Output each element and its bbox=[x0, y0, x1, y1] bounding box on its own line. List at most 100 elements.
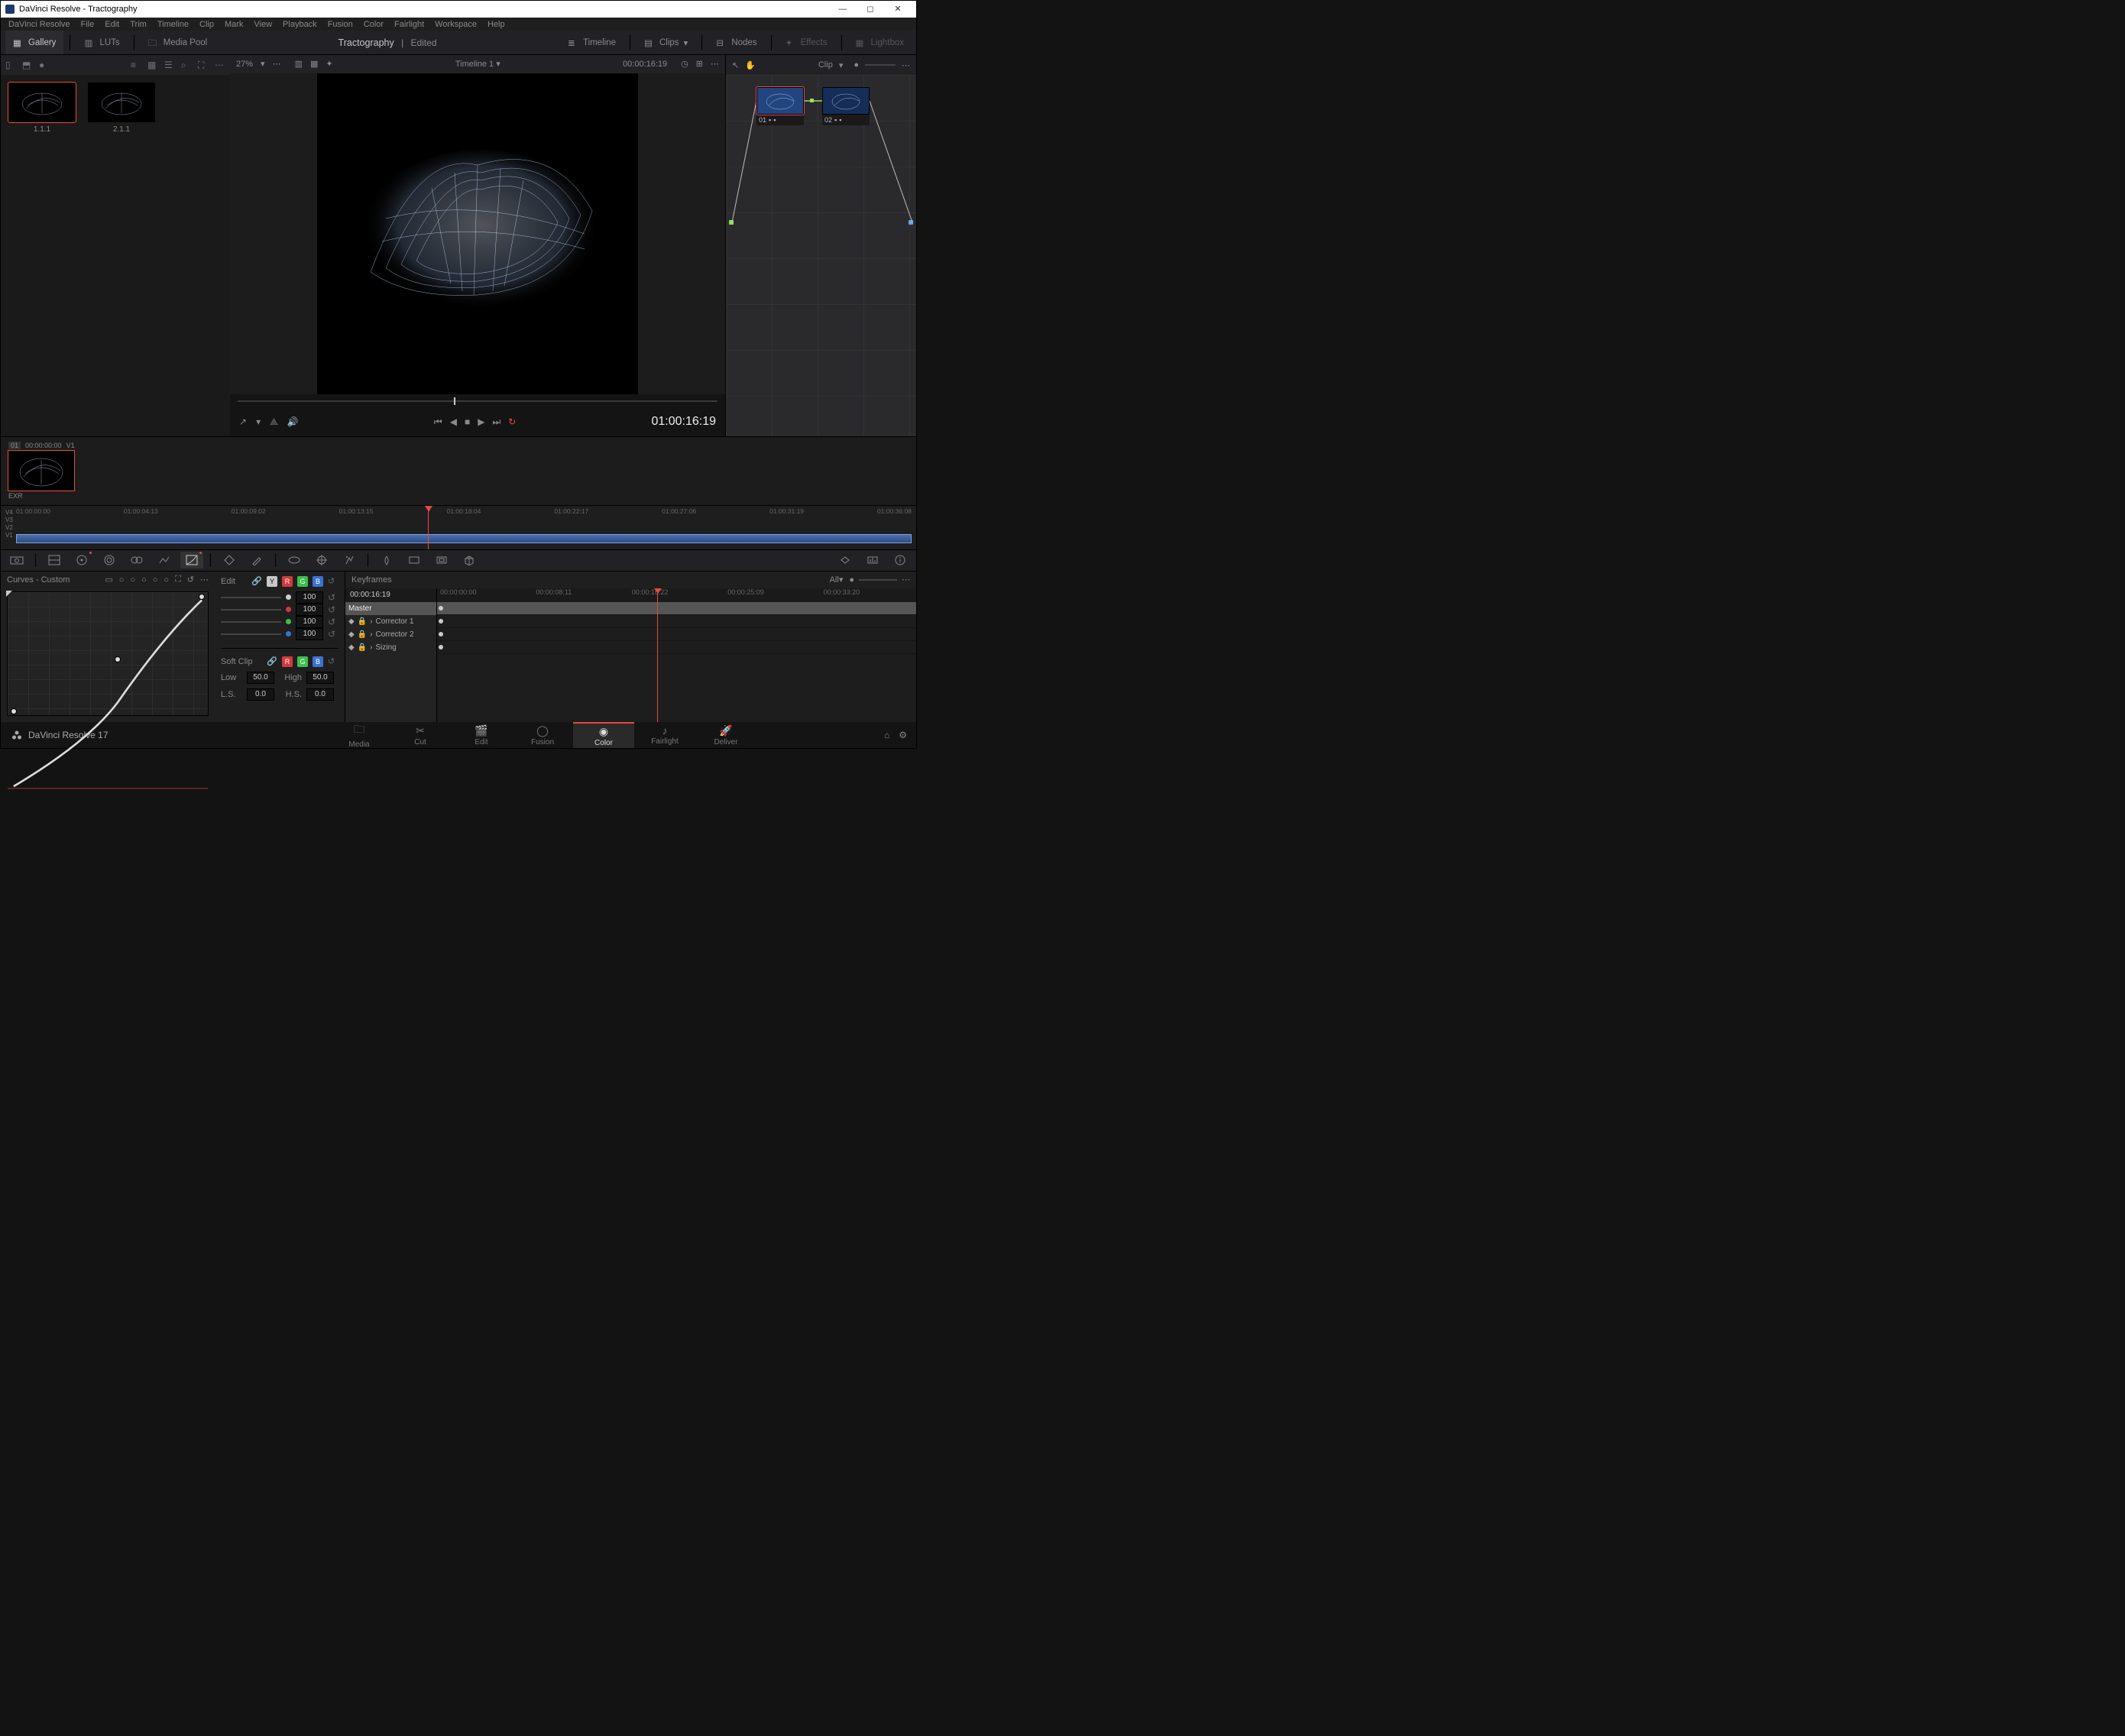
kf-track[interactable] bbox=[437, 641, 916, 654]
picker-icon[interactable]: ↗ bbox=[239, 416, 247, 427]
magic-mask-icon[interactable] bbox=[338, 552, 361, 568]
node-02[interactable]: 02▪▪ bbox=[822, 87, 870, 125]
reset-icon[interactable]: ↺ bbox=[328, 629, 339, 640]
highlight-icon[interactable]: ✦ bbox=[326, 59, 332, 69]
hand-tool-icon[interactable]: ✋ bbox=[745, 60, 756, 70]
window-icon[interactable] bbox=[283, 552, 306, 568]
intensity-slider[interactable] bbox=[221, 621, 281, 623]
scopes-icon[interactable] bbox=[861, 552, 884, 568]
edit-reset-icon[interactable]: ↺ bbox=[328, 576, 339, 587]
kf-track[interactable] bbox=[437, 602, 916, 615]
curves-icon[interactable] bbox=[180, 552, 203, 568]
link-icon[interactable]: 🔗 bbox=[251, 576, 262, 586]
channel-y-button[interactable]: Y bbox=[267, 576, 277, 587]
page-deliver-button[interactable]: 🚀Deliver bbox=[695, 722, 756, 748]
info-icon[interactable] bbox=[889, 552, 912, 568]
link-icon[interactable]: 🔗 bbox=[267, 656, 277, 666]
chevron-down-icon[interactable]: ▾ bbox=[261, 59, 265, 69]
kf-track[interactable] bbox=[437, 615, 916, 628]
node-slider-dot-icon[interactable]: ● bbox=[854, 60, 859, 70]
kf-marker[interactable] bbox=[439, 645, 443, 649]
page-color-button[interactable]: ◉Color bbox=[573, 722, 634, 748]
tracker-icon[interactable] bbox=[310, 552, 333, 568]
prev-clip-button[interactable]: ⏮ bbox=[434, 416, 442, 428]
sort-icon[interactable]: ≡ bbox=[131, 60, 141, 70]
viewer-zoom[interactable]: 27% bbox=[236, 60, 253, 69]
kf-row-sizing[interactable]: ◆🔒›Sizing bbox=[345, 641, 436, 654]
kf-marker[interactable] bbox=[439, 632, 443, 636]
ls-value[interactable]: 0.0 bbox=[247, 688, 274, 701]
clip-thumbnail[interactable]: 01 00:00:00:00 V1 EXR bbox=[8, 442, 74, 500]
kf-expand-icon[interactable]: › bbox=[370, 630, 372, 639]
picker-dropdown-icon[interactable]: ▾ bbox=[256, 416, 261, 427]
kf-row-master[interactable]: Master bbox=[345, 602, 436, 615]
node-01[interactable]: 01▪▪ bbox=[756, 87, 804, 125]
curves-tool-3-icon[interactable]: ○ bbox=[141, 575, 147, 585]
kf-lock-icon[interactable]: 🔒 bbox=[358, 630, 367, 639]
channel-g-button[interactable]: G bbox=[297, 576, 308, 587]
mute-icon[interactable]: 🔊 bbox=[287, 416, 299, 427]
key-icon[interactable] bbox=[403, 552, 426, 568]
menu-mark[interactable]: Mark bbox=[225, 20, 243, 29]
color-viewer-icon[interactable]: ◷ bbox=[681, 59, 688, 69]
stop-button[interactable]: ■ bbox=[465, 416, 470, 427]
intensity-value[interactable]: 100 bbox=[296, 616, 323, 628]
curves-expand-icon[interactable]: ⛶ bbox=[175, 575, 181, 585]
arrow-tool-icon[interactable]: ↖ bbox=[732, 60, 739, 70]
project-settings-icon[interactable]: ⚙ bbox=[899, 730, 907, 740]
kf-track[interactable] bbox=[437, 628, 916, 641]
mini-timeline[interactable]: V4V3V2V1 01:00:00:0001:00:04:1301:00:09:… bbox=[1, 505, 916, 550]
curves-reset-icon[interactable]: ↺ bbox=[187, 575, 194, 585]
reset-icon[interactable]: ↺ bbox=[328, 592, 339, 603]
page-fusion-button[interactable]: ◯Fusion bbox=[512, 722, 573, 748]
camera-raw-icon[interactable] bbox=[5, 552, 28, 568]
channel-r-button[interactable]: R bbox=[282, 576, 293, 587]
ws-clips-button[interactable]: ▤Clips ▾ bbox=[637, 31, 695, 54]
chevron-down-icon[interactable]: ▾ bbox=[839, 575, 844, 585]
intensity-slider[interactable] bbox=[221, 633, 281, 635]
keyframes-filter[interactable]: All bbox=[830, 575, 839, 585]
image-wipe-icon[interactable]: ▥ bbox=[295, 59, 303, 69]
viewer-more-2-icon[interactable]: ⋯ bbox=[711, 59, 719, 69]
kf-expand-icon[interactable]: › bbox=[370, 643, 372, 652]
histogram-toggle-icon[interactable]: ▭ bbox=[105, 575, 112, 585]
menu-trim[interactable]: Trim bbox=[130, 20, 147, 29]
kf-row-corrector-1[interactable]: ◆🔒›Corrector 1 bbox=[345, 615, 436, 628]
more-icon[interactable]: ⋯ bbox=[215, 60, 225, 70]
page-media-button[interactable]: 🗀Media bbox=[329, 722, 390, 748]
list-view-icon[interactable]: ☰ bbox=[164, 60, 175, 70]
reset-icon[interactable]: ↺ bbox=[328, 617, 339, 627]
kf-diamond-icon[interactable]: ◆ bbox=[348, 630, 355, 639]
menu-color[interactable]: Color bbox=[364, 20, 384, 29]
intensity-slider[interactable] bbox=[221, 609, 281, 611]
timeline-clip-bar[interactable] bbox=[16, 534, 912, 543]
intensity-slider[interactable] bbox=[221, 597, 281, 598]
viewer-canvas[interactable] bbox=[317, 73, 638, 394]
softclip-g-button[interactable]: G bbox=[297, 656, 308, 667]
color-warper-icon[interactable] bbox=[218, 552, 241, 568]
search-icon[interactable]: ⌕ bbox=[181, 60, 192, 70]
kf-lock-icon[interactable]: 🔒 bbox=[358, 643, 367, 652]
black-point-handle[interactable] bbox=[6, 591, 12, 597]
ws-nodes-button[interactable]: ⊟Nodes bbox=[708, 31, 764, 54]
high-value[interactable]: 50.0 bbox=[306, 672, 334, 684]
gallery-still[interactable]: 2.1.1 bbox=[88, 83, 155, 134]
maximize-button[interactable]: ◻ bbox=[857, 4, 884, 14]
viewer-more-icon[interactable]: ⋯ bbox=[273, 59, 281, 69]
menu-file[interactable]: File bbox=[81, 20, 95, 29]
nodes-mode[interactable]: Clip bbox=[818, 60, 833, 70]
channel-b-button[interactable]: B bbox=[313, 576, 323, 587]
next-clip-button[interactable]: ⏭ bbox=[492, 416, 500, 428]
color-match-icon[interactable] bbox=[43, 552, 66, 568]
curves-tool-1-icon[interactable]: ○ bbox=[119, 575, 125, 585]
reset-icon[interactable]: ↺ bbox=[328, 604, 339, 615]
ws-mediapool-button[interactable]: 🗀Media Pool bbox=[141, 31, 215, 54]
kf-dot-icon[interactable]: ● bbox=[849, 575, 854, 585]
softclip-reset-icon[interactable]: ↺ bbox=[328, 656, 339, 667]
curves-tool-4-icon[interactable]: ○ bbox=[153, 575, 158, 585]
curve-point[interactable] bbox=[115, 656, 121, 662]
sizing-icon[interactable] bbox=[430, 552, 453, 568]
kf-diamond-icon[interactable]: ◆ bbox=[348, 643, 355, 652]
kf-marker[interactable] bbox=[439, 606, 443, 611]
menu-fairlight[interactable]: Fairlight bbox=[394, 20, 424, 29]
